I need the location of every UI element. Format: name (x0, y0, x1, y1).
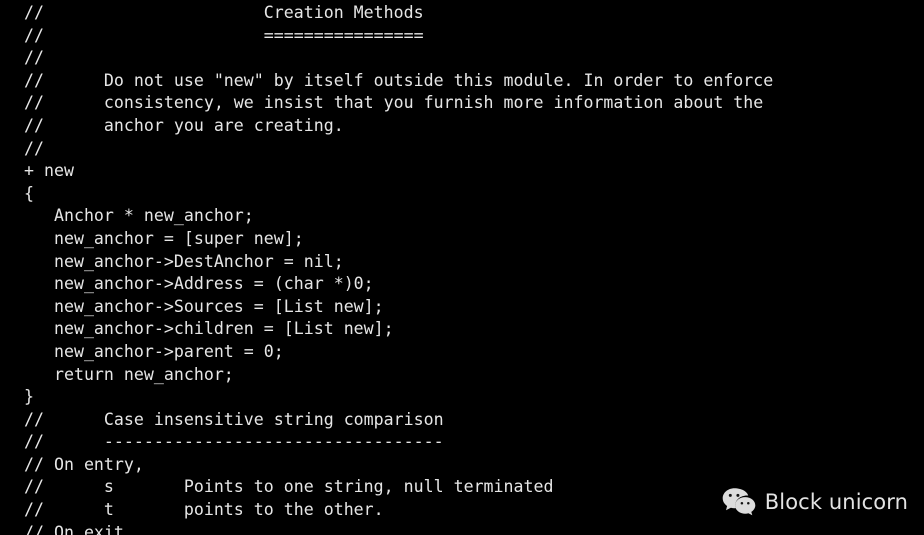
code-line: return new_anchor; (24, 364, 234, 384)
code-line: // Creation Methods (24, 3, 424, 22)
code-line: new_anchor = [super new]; (24, 228, 304, 248)
code-line: // anchor you are creating. (24, 115, 344, 135)
code-line: // ---------------------------------- (24, 432, 444, 452)
wechat-account-name: Block unicorn (764, 489, 908, 514)
code-line: Anchor * new_anchor; (24, 206, 254, 226)
code-line: { (24, 183, 34, 203)
code-line: // Do not use "new" by itself outside th… (24, 70, 774, 90)
code-line: + new (24, 161, 74, 181)
code-line: // consistency, we insist that you furni… (24, 93, 764, 113)
code-line: // ================ (24, 25, 424, 45)
code-line: new_anchor->Address = (char *)0; (24, 274, 374, 294)
code-line: // On exit, (24, 522, 134, 535)
code-line: } (24, 387, 34, 407)
source-code-listing[interactable]: // Creation Methods // ================ //… (24, 2, 773, 535)
code-line: // t points to the other. (24, 500, 384, 520)
code-line: new_anchor->Sources = [List new]; (24, 296, 384, 316)
code-line: // Case insensitive string comparison (24, 409, 444, 429)
code-line: // On entry, (24, 454, 144, 474)
code-line: // s Points to one string, null terminat… (24, 477, 554, 497)
code-line: new_anchor->DestAnchor = nil; (24, 251, 344, 271)
code-viewer: // Creation Methods // ================ //… (0, 0, 924, 535)
code-line: new_anchor->parent = 0; (24, 341, 284, 361)
code-line: new_anchor->children = [List new]; (24, 319, 394, 339)
code-line: // (24, 138, 44, 158)
code-line: // (24, 48, 44, 68)
